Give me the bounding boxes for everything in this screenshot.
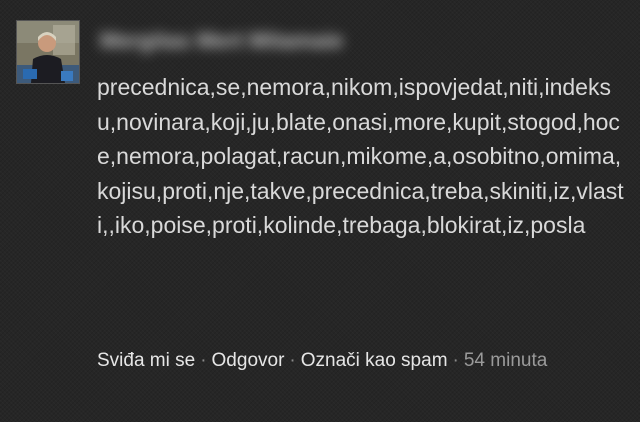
separator: · xyxy=(289,350,296,371)
separator: · xyxy=(200,350,207,371)
separator: · xyxy=(452,350,459,371)
comment-text: precednica,se,nemora,nikom,ispovjedat,ni… xyxy=(97,74,624,238)
like-link[interactable]: Sviđa mi se xyxy=(97,350,195,371)
comment-actions: Sviđa mi se · Odgovor · Označi kao spam · 54 m… xyxy=(97,347,617,375)
reply-link[interactable]: Odgovor xyxy=(212,350,285,371)
comment: Mergitas Mert Mitamaie precednica,se,nem… xyxy=(0,0,640,422)
mark-spam-link[interactable]: Označi kao spam xyxy=(301,350,448,371)
timestamp[interactable]: 54 minuta xyxy=(464,350,547,371)
author-name[interactable]: Mergitas Mert Mitamaie xyxy=(100,28,422,54)
user-photo-icon xyxy=(17,21,79,83)
avatar[interactable] xyxy=(16,20,80,84)
